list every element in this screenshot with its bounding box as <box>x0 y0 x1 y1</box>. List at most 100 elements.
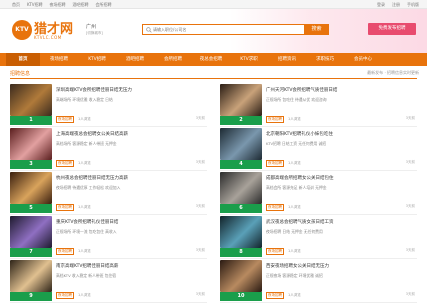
job-category-tag[interactable]: 夜场招聘 <box>56 248 74 255</box>
job-rank-badge: 4 <box>220 160 262 169</box>
job-thumbnail[interactable] <box>220 260 262 292</box>
view-count: 1人浏览 <box>288 293 301 297</box>
job-title[interactable]: 成都高端会所招聘女公关日结包住 <box>266 175 416 181</box>
top-link[interactable]: 会所招聘 <box>96 2 112 8</box>
card-divider <box>220 126 417 127</box>
job-description: 夜场招聘 日结 无押金 无任何费用 <box>266 229 323 234</box>
job-title[interactable]: 广州天河KTV会所招聘气质佳丽日结 <box>266 87 416 93</box>
card-divider <box>220 214 417 215</box>
job-title[interactable]: 杭州夜总会招聘佳丽日结无压力高薪 <box>56 175 206 181</box>
job-title[interactable]: 西安夜场招聘女公关日结无压力 <box>266 263 416 269</box>
job-category-tag[interactable]: 夜场招聘 <box>266 204 284 211</box>
job-card[interactable]: 5 杭州夜总会招聘佳丽日结无压力高薪 夜场招聘 待遇优厚 工作轻松 欢迎加入 夜场招聘… <box>10 172 207 215</box>
job-meta: 夜场招聘 1人浏览 <box>56 248 91 255</box>
post-date: 3天前 <box>405 248 415 252</box>
nav-item-home[interactable]: 首页 <box>6 53 40 66</box>
job-category-tag[interactable]: 夜场招聘 <box>56 292 74 299</box>
main-nav: 首页 夜场招聘 KTV招聘 酒吧招聘 会所招聘 夜总会招聘 KTV求职 招聘资讯… <box>0 53 427 66</box>
top-link[interactable]: KTV招聘 <box>27 2 43 8</box>
mobile-link[interactable]: 手机版 <box>407 2 419 8</box>
view-count: 1人浏览 <box>288 161 301 165</box>
job-card[interactable]: 4 北京朝阳KTV招聘礼仪小妹包吃住 KTV招聘 日结工资 无任何费用 诚招 夜场招聘… <box>220 128 417 171</box>
job-category-tag[interactable]: 夜场招聘 <box>266 116 284 123</box>
top-link[interactable]: 夜场招聘 <box>50 2 66 8</box>
post-date: 3天前 <box>405 160 415 164</box>
nav-item[interactable]: 求职技巧 <box>306 53 344 66</box>
job-thumbnail[interactable] <box>10 260 52 292</box>
job-card[interactable]: 1 深圳高端KTV会所招聘佳丽日结无压力 高端场所 环境优雅 收入稳定 日结 夜场招聘… <box>10 84 207 127</box>
job-thumbnail[interactable] <box>220 84 262 116</box>
job-thumbnail[interactable] <box>10 84 52 116</box>
top-link[interactable]: 酒吧招聘 <box>73 2 89 8</box>
job-rank-badge: 5 <box>10 204 52 213</box>
job-meta: 夜场招聘 1人浏览 <box>56 292 91 299</box>
nav-item[interactable]: KTV招聘 <box>78 53 116 66</box>
job-thumbnail[interactable] <box>10 128 52 160</box>
job-description: 正规场所 环境一流 包吃包住 高收入 <box>56 229 117 234</box>
job-title[interactable]: 南京高端KTV招聘佳丽日结高薪 <box>56 263 206 269</box>
job-title[interactable]: 北京朝阳KTV招聘礼仪小妹包吃住 <box>266 131 416 137</box>
top-links: 首页 KTV招聘 夜场招聘 酒吧招聘 会所招聘 <box>12 2 112 8</box>
job-thumbnail[interactable] <box>220 128 262 160</box>
view-count: 1人浏览 <box>78 249 91 253</box>
nav-item[interactable]: 酒吧招聘 <box>116 53 154 66</box>
job-card[interactable]: 8 武汉夜总会招聘气质女孩日结工资 夜场招聘 日结 无押金 无任何费用 夜场招聘 1人浏… <box>220 216 417 259</box>
publish-button[interactable]: 免费发布招聘 <box>368 23 416 35</box>
search-box: 搜索 <box>142 24 329 35</box>
search-input[interactable] <box>153 25 301 34</box>
view-count: 1人浏览 <box>78 293 91 297</box>
view-count: 1人浏览 <box>78 117 91 121</box>
job-rank-badge: 6 <box>220 204 262 213</box>
city-name: 广州 <box>86 24 97 30</box>
nav-item[interactable]: 夜场招聘 <box>40 53 78 66</box>
login-link[interactable]: 登录 <box>377 2 385 8</box>
nav-item[interactable]: KTV求职 <box>230 53 268 66</box>
job-description: 高端场所 环境优雅 收入稳定 日结 <box>56 97 113 102</box>
job-meta: 夜场招聘 1人浏览 <box>56 116 91 123</box>
job-thumbnail[interactable] <box>220 172 262 204</box>
city-switch[interactable]: [切换城市] <box>86 31 103 36</box>
post-date: 3天前 <box>405 292 415 296</box>
job-card[interactable]: 2 广州天河KTV会所招聘气质佳丽日结 正规场所 包吃住 待遇从优 欢迎咨询 夜场招聘… <box>220 84 417 127</box>
job-meta: 夜场招聘 1人浏览 <box>266 292 301 299</box>
view-count: 1人浏览 <box>78 205 91 209</box>
job-thumbnail[interactable] <box>10 172 52 204</box>
job-title[interactable]: 深圳高端KTV会所招聘佳丽日结无压力 <box>56 87 206 93</box>
job-thumbnail[interactable] <box>10 216 52 248</box>
post-date: 3天前 <box>195 204 205 208</box>
job-card[interactable]: 7 重庆KTV会所招聘礼仪佳丽日结 正规场所 环境一流 包吃包住 高收入 夜场招聘 1人… <box>10 216 207 259</box>
job-title[interactable]: 上海高端夜总会招聘女公关日结高薪 <box>56 131 206 137</box>
nav-item[interactable]: 会所招聘 <box>154 53 192 66</box>
nav-item[interactable]: 招聘资讯 <box>268 53 306 66</box>
job-meta: 夜场招聘 1人浏览 <box>266 248 301 255</box>
section-title: 招聘信息 <box>10 71 31 77</box>
nav-item[interactable]: 会员中心 <box>344 53 382 66</box>
register-link[interactable]: 注册 <box>392 2 400 8</box>
job-category-tag[interactable]: 夜场招聘 <box>266 160 284 167</box>
card-divider <box>10 126 207 127</box>
site-logo[interactable]: KTV 猎才网 KTVLC.COM <box>12 16 78 44</box>
job-meta: 夜场招聘 1人浏览 <box>266 204 301 211</box>
job-category-tag[interactable]: 夜场招聘 <box>266 292 284 299</box>
search-icon <box>146 27 152 33</box>
job-category-tag[interactable]: 夜场招聘 <box>56 116 74 123</box>
job-card[interactable]: 3 上海高端夜总会招聘女公关日结高薪 高档场所 客源稳定 新人带班 无押金 夜场招聘 1… <box>10 128 207 171</box>
logo-subtitle: KTVLC.COM <box>34 35 62 40</box>
post-date: 3天前 <box>195 116 205 120</box>
post-date: 3天前 <box>405 116 415 120</box>
job-thumbnail[interactable] <box>220 216 262 248</box>
job-card[interactable]: 9 南京高端KTV招聘佳丽日结高薪 高档KTV 收入稳定 新人带班 包住宿 夜场招聘 1… <box>10 260 207 303</box>
job-card[interactable]: 10 西安夜场招聘女公关日结无压力 正规夜场 客源稳定 环境优雅 诚招 夜场招聘 1人浏… <box>220 260 417 303</box>
nav-item[interactable]: 夜总会招聘 <box>192 53 230 66</box>
job-title[interactable]: 武汉夜总会招聘气质女孩日结工资 <box>266 219 416 225</box>
search-button[interactable]: 搜索 <box>304 24 329 35</box>
job-category-tag[interactable]: 夜场招聘 <box>266 248 284 255</box>
job-category-tag[interactable]: 夜场招聘 <box>56 160 74 167</box>
top-bar: 首页 KTV招聘 夜场招聘 酒吧招聘 会所招聘 登录 注册 手机版 <box>0 0 427 9</box>
job-title[interactable]: 重庆KTV会所招聘礼仪佳丽日结 <box>56 219 206 225</box>
job-category-tag[interactable]: 夜场招聘 <box>56 204 74 211</box>
job-card[interactable]: 6 成都高端会所招聘女公关日结包住 高档会所 客源充足 新人培训 无押金 夜场招聘 1人… <box>220 172 417 215</box>
logo-mark: KTV <box>12 20 32 40</box>
top-link[interactable]: 首页 <box>12 2 20 8</box>
post-date: 3天前 <box>195 248 205 252</box>
